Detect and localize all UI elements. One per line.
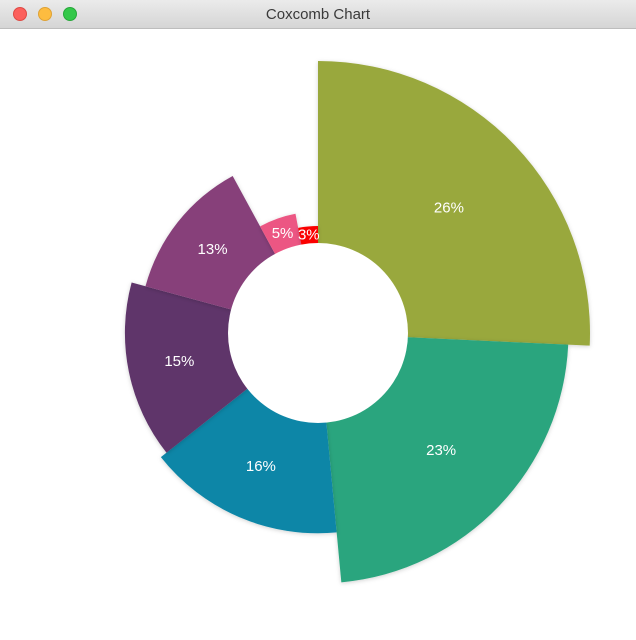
chart-slice-label: 15% — [164, 353, 194, 370]
chart-slice-label: 13% — [198, 241, 228, 258]
coxcomb-chart: 26% 23% 16% 15% 13% 5% 3% — [124, 61, 590, 583]
chart-slice-label: 26% — [434, 200, 464, 217]
title-bar: Coxcomb Chart — [0, 0, 636, 29]
chart-slice-label: 5% — [272, 225, 294, 242]
chart-center-hole — [228, 243, 408, 423]
window-title: Coxcomb Chart — [265, 6, 371, 23]
chart-slice-label: 16% — [246, 458, 276, 475]
chart-slice-label: 23% — [426, 442, 456, 459]
chart-slice-label: 3% — [298, 226, 320, 243]
app-window: Coxcomb Chart 26% 23% 16% 15% 13% 5% 3% — [0, 0, 636, 640]
